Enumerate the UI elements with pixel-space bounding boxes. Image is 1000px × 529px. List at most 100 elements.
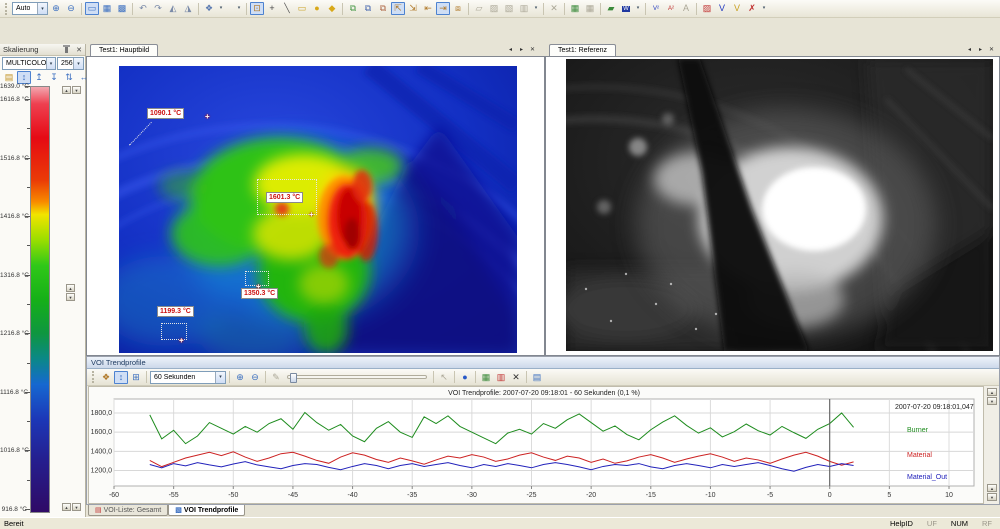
chevron-down-icon[interactable]: ▾ — [73, 58, 83, 69]
chart-edit-icon[interactable]: ✎ — [269, 371, 283, 384]
palette-combo[interactable]: MULTICOLOR▾ — [2, 57, 56, 70]
flip-v-icon[interactable]: ◮ — [181, 2, 195, 15]
scale-min-up-spin[interactable]: ▲ — [62, 503, 71, 511]
scale-min-down-spin[interactable]: ▼ — [72, 503, 81, 511]
trend-chart-area[interactable]: -60-55-50-45-40-35-30-25-20-15-10-505101… — [88, 386, 984, 504]
dropdown-arrow-icon[interactable]: ▾ — [760, 2, 768, 15]
roi-cut-icon[interactable]: ⧉ — [376, 2, 390, 15]
tab-scroll-left-icon[interactable]: ◂ — [506, 45, 515, 54]
show-cursor-icon[interactable]: ● — [458, 371, 472, 384]
temperature-label[interactable]: 1601.3 °C — [266, 192, 303, 203]
zoom-in-icon[interactable]: ⊕ — [49, 2, 63, 15]
document-tab-voi-liste-gesamt[interactable]: ▤VOI-Liste: Gesamt — [88, 505, 168, 516]
chart-zoom-out-icon[interactable]: ⊖ — [248, 371, 262, 384]
close-pane-icon[interactable]: ✕ — [987, 45, 996, 54]
dropdown-arrow-icon[interactable]: ▾ — [532, 2, 540, 15]
tab-referenz[interactable]: Test1: Referenz — [549, 44, 616, 56]
chart-scrollbar[interactable]: ▲ ▼ ▲ ▼ — [985, 386, 998, 504]
pan-tool-icon[interactable]: ❖ — [202, 2, 216, 15]
scale-scroll-up-spin[interactable]: ▲ — [66, 284, 75, 292]
close-icon[interactable]: ✕ — [76, 46, 82, 54]
scale-up-icon[interactable]: ↥ — [32, 71, 46, 84]
chart-export-icon[interactable]: ▥ — [494, 371, 508, 384]
roi-shrink-icon[interactable]: ⇲ — [406, 2, 420, 15]
roi-select-icon[interactable]: ⊡ — [250, 2, 264, 15]
temperature-label[interactable]: 1090.1 °C — [147, 108, 184, 119]
chart-scroll-up2-icon[interactable]: ▲ — [987, 484, 997, 492]
document-tab-voi-trendprofile[interactable]: ▧VOI Trendprofile — [168, 505, 245, 516]
chevron-down-icon[interactable]: ▾ — [37, 3, 47, 14]
roi-delete-icon[interactable]: ✕ — [547, 2, 561, 15]
scale-max-down-spin[interactable]: ▼ — [72, 86, 81, 94]
tab-scroll-right-icon[interactable]: ▸ — [517, 45, 526, 54]
voi-edit-icon[interactable]: A — [679, 2, 693, 15]
roi-line-icon[interactable]: ╲ — [280, 2, 294, 15]
scale-mode-combo[interactable]: Auto▾ — [12, 2, 48, 15]
steps-combo[interactable]: 256▾ — [57, 57, 84, 70]
tab-scroll-right-icon[interactable]: ▸ — [976, 45, 985, 54]
interval-combo[interactable]: 60 Sekunden▾ — [150, 371, 226, 384]
dropdown-arrow-icon[interactable]: ▾ — [235, 2, 243, 15]
table-view-icon[interactable]: ▦ — [479, 371, 493, 384]
show-table-icon[interactable]: ▦ — [568, 2, 582, 15]
show-table-off-icon[interactable]: ▦ — [583, 2, 597, 15]
toolbar-grip[interactable] — [5, 3, 8, 15]
chart-zoom-in-icon[interactable]: ⊕ — [233, 371, 247, 384]
zoom-fit-icon[interactable]: ▭ — [85, 2, 99, 15]
chart-pointer-icon[interactable]: ↖ — [437, 371, 451, 384]
toolbar-grip[interactable] — [92, 371, 95, 383]
voi-select-icon[interactable]: ❖ — [99, 371, 113, 384]
roi-polygon-icon[interactable]: ◆ — [325, 2, 339, 15]
reference-image[interactable] — [566, 59, 993, 351]
chart-scroll-up-icon[interactable]: ▲ — [987, 388, 997, 396]
thermal-image[interactable]: 1090.1 °C+1601.3 °C+1350.3 °C+1199.3 °C+ — [119, 66, 517, 353]
roi-copy-icon[interactable]: ⧉ — [346, 2, 360, 15]
matrix-view-icon[interactable]: W — [619, 2, 633, 15]
zoom-out-icon[interactable]: ⊖ — [64, 2, 78, 15]
roi-paste-icon[interactable]: ⧉ — [361, 2, 375, 15]
voi-add-icon[interactable]: V² — [649, 2, 663, 15]
roi-tool-10-icon[interactable]: ▨ — [487, 2, 501, 15]
close-pane-icon[interactable]: ✕ — [528, 45, 537, 54]
scale-max-up-spin[interactable]: ▲ — [62, 86, 71, 94]
slider-thumb[interactable] — [290, 373, 297, 383]
chart-scroll-slider[interactable] — [287, 371, 427, 384]
image-list-icon[interactable]: ▰ — [604, 2, 618, 15]
scale-expand-icon[interactable]: ⇅ — [62, 71, 76, 84]
pin-icon[interactable] — [65, 47, 68, 53]
roi-ellipse-icon[interactable]: ● — [310, 2, 324, 15]
roi-tool-12-icon[interactable]: ▥ — [517, 2, 531, 15]
chevron-down-icon[interactable]: ▾ — [215, 372, 225, 383]
roi-prev-icon[interactable]: ⇤ — [421, 2, 435, 15]
dropdown-arrow-icon[interactable]: ▾ — [634, 2, 642, 15]
chart-close-icon[interactable]: ✕ — [509, 371, 523, 384]
flip-h-icon[interactable]: ◭ — [166, 2, 180, 15]
scale-scroll-down-spin[interactable]: ▼ — [66, 293, 75, 301]
print-chart-icon[interactable]: ▤ — [530, 371, 544, 384]
chart-scroll-down2-icon[interactable]: ▼ — [987, 493, 997, 501]
voi-show-icon[interactable]: V — [715, 2, 729, 15]
zoom-window-icon[interactable]: ▦ — [100, 2, 114, 15]
chart-scroll-down-icon[interactable]: ▼ — [987, 397, 997, 405]
color-scale-bar[interactable] — [30, 86, 50, 513]
chart-fit-icon[interactable]: ↕ — [114, 371, 128, 384]
tab-scroll-left-icon[interactable]: ◂ — [965, 45, 974, 54]
roi-point-icon[interactable]: + — [265, 2, 279, 15]
dropdown-arrow-icon[interactable]: ▾ — [217, 2, 225, 15]
roi-lock-icon[interactable]: ⧈ — [451, 2, 465, 15]
rotate-right-icon[interactable]: ↷ — [151, 2, 165, 15]
roi-next-icon[interactable]: ⇥ — [436, 2, 450, 15]
voi-stats-icon[interactable]: A² — [664, 2, 678, 15]
tab-hauptbild[interactable]: Test1: Hauptbild — [90, 44, 158, 56]
zoom-100-icon[interactable]: ▩ — [115, 2, 129, 15]
temperature-scale[interactable]: 1639.0 °C1616.8 °C1516.8 °C1416.8 °C1316… — [0, 84, 86, 514]
voi-delete-icon[interactable]: ✗ — [745, 2, 759, 15]
roi-tool-9-icon[interactable]: ▱ — [472, 2, 486, 15]
chart-config-icon[interactable]: ⊞ — [129, 371, 143, 384]
voi-color-icon[interactable]: ▨ — [700, 2, 714, 15]
voi-list-small-icon[interactable]: V — [730, 2, 744, 15]
rotate-left-icon[interactable]: ↶ — [136, 2, 150, 15]
temperature-label[interactable]: 1199.3 °C — [157, 306, 194, 317]
roi-tool-11-icon[interactable]: ▧ — [502, 2, 516, 15]
chevron-down-icon[interactable]: ▾ — [46, 58, 55, 69]
